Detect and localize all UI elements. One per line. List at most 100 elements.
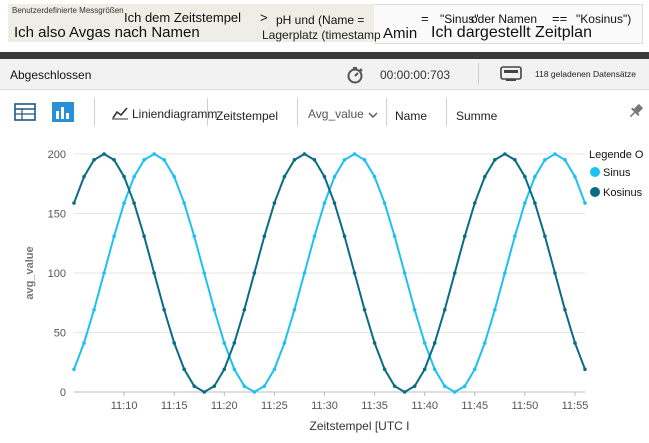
data-point-kosinus <box>282 174 287 179</box>
data-point-kosinus <box>132 201 136 205</box>
table-icon[interactable] <box>14 103 36 126</box>
query-token: Ich dem Zeitstempel <box>124 10 242 25</box>
data-point-sinus <box>513 234 517 239</box>
split-field-selector[interactable]: Name <box>395 109 427 123</box>
data-point-kosinus <box>192 384 197 388</box>
data-point-kosinus <box>122 174 126 179</box>
legend-item-sinus: Sinus <box>603 167 631 179</box>
x-tick-label: 11:40 <box>411 400 438 412</box>
data-point-kosinus <box>483 174 487 179</box>
legend-item-kosinus: Kosinus <box>603 187 643 199</box>
status-bar: Abgeschlossen 00:00:00:703 118 geladenen… <box>0 59 649 90</box>
data-point-kosinus <box>172 341 176 345</box>
data-point-kosinus <box>442 307 447 312</box>
data-point-kosinus <box>352 271 357 275</box>
data-point-sinus <box>583 201 587 205</box>
x-tick-label: 11:35 <box>361 400 388 412</box>
data-point-kosinus <box>553 271 557 275</box>
x-field-selector[interactable]: Zeitstempel <box>216 109 278 123</box>
x-tick-label: 11:25 <box>261 400 288 412</box>
aggregation-selector[interactable]: Summe <box>456 109 497 123</box>
data-point-kosinus <box>252 271 257 275</box>
splitter-bar[interactable] <box>0 52 649 59</box>
data-point-sinus <box>392 234 397 239</box>
data-point-sinus <box>322 201 327 205</box>
data-point-kosinus <box>392 384 397 388</box>
data-point-kosinus <box>182 367 187 372</box>
query-token: Benutzerdefinierte Messgrößen <box>12 6 124 15</box>
divider <box>94 98 95 126</box>
data-point-sinus <box>92 307 96 312</box>
y-field-selector[interactable]: Avg_value <box>308 107 364 121</box>
data-point-kosinus <box>543 234 547 239</box>
data-point-kosinus <box>152 271 156 275</box>
x-tick-label: 11:45 <box>461 400 488 412</box>
query-token: = <box>421 11 429 26</box>
data-point-kosinus <box>262 234 267 239</box>
divider <box>297 98 298 126</box>
data-point-kosinus <box>232 341 237 345</box>
y-axis-label: avg_value <box>24 246 36 299</box>
query-token: Amin <box>383 25 418 42</box>
records-count: 118 geladenen Datensätze <box>535 69 636 79</box>
data-point-kosinus <box>222 367 227 372</box>
pin-icon[interactable] <box>627 102 645 125</box>
line-chart-button[interactable]: Liniendiagramm <box>132 107 217 121</box>
data-point-sinus <box>162 158 166 162</box>
data-point-kosinus <box>513 158 517 162</box>
data-point-sinus <box>252 390 257 394</box>
chart-toolbar: Liniendiagramm Zeitstempel Avg_value Nam… <box>0 90 649 134</box>
x-tick-label: 11:55 <box>562 400 589 412</box>
chevron-down-icon[interactable] <box>368 107 378 125</box>
data-point-sinus <box>352 152 357 156</box>
data-point-sinus <box>272 367 277 372</box>
data-point-kosinus <box>493 158 497 162</box>
data-point-kosinus <box>462 234 467 239</box>
data-point-sinus <box>533 174 537 179</box>
data-point-kosinus <box>92 158 96 162</box>
data-point-sinus <box>563 158 567 162</box>
data-point-sinus <box>202 271 207 275</box>
data-point-kosinus <box>292 158 297 162</box>
data-point-sinus <box>312 234 317 239</box>
x-tick-label: 11:30 <box>311 400 338 412</box>
bar-chart-icon[interactable] <box>52 102 74 127</box>
line-chart: 0 50 100 150 200 11:10 11:15 11:20 11:25 11:30 11:… <box>0 134 649 438</box>
line-chart-icon[interactable] <box>112 106 128 125</box>
data-point-sinus <box>372 174 377 179</box>
query-editor[interactable]: Benutzerdefinierte Messgrößen Ich dem Ze… <box>0 0 649 50</box>
data-point-sinus <box>382 201 387 205</box>
data-point-kosinus <box>503 152 507 156</box>
data-point-sinus <box>72 367 76 372</box>
query-token: > <box>260 10 268 25</box>
x-axis-label: Zeitstempel [UTC I <box>309 419 409 433</box>
y-tick-label: 0 <box>60 387 66 399</box>
data-point-sinus <box>132 174 136 179</box>
data-point-sinus <box>523 201 527 205</box>
data-point-sinus <box>122 201 126 205</box>
data-point-sinus <box>192 234 197 239</box>
data-point-sinus <box>112 234 116 239</box>
data-point-sinus <box>172 174 176 179</box>
data-point-sinus <box>422 341 427 345</box>
data-point-sinus <box>242 384 247 388</box>
data-point-sinus <box>142 158 146 162</box>
x-tick-label: 11:15 <box>161 400 188 412</box>
y-tick-label: 100 <box>48 268 66 280</box>
data-point-kosinus <box>372 341 377 345</box>
data-point-sinus <box>282 341 287 345</box>
data-point-sinus <box>573 174 577 179</box>
y-tick-label: 150 <box>48 209 66 221</box>
data-point-kosinus <box>342 234 347 239</box>
data-point-kosinus <box>362 307 367 312</box>
data-point-kosinus <box>432 341 437 345</box>
data-point-kosinus <box>382 367 387 372</box>
data-point-kosinus <box>242 307 247 312</box>
data-point-kosinus <box>533 201 537 205</box>
data-point-kosinus <box>142 234 146 239</box>
data-point-sinus <box>212 307 217 312</box>
data-point-kosinus <box>302 152 307 156</box>
data-point-kosinus <box>162 307 166 312</box>
data-point-kosinus <box>202 390 207 394</box>
status-tab-label[interactable]: Abgeschlossen <box>10 68 91 82</box>
